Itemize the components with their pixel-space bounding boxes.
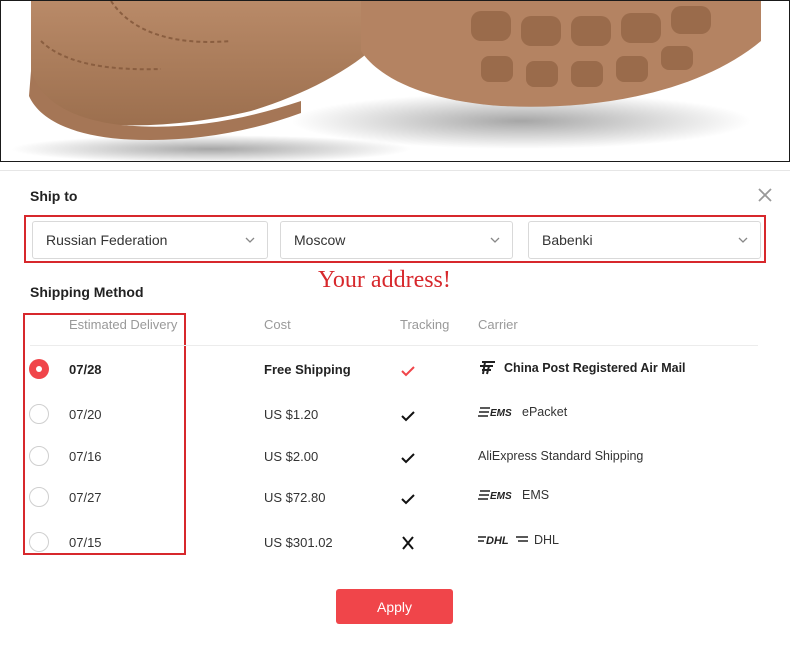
shipping-cost: US $72.80 [264,490,326,505]
ems-logo-icon: EMS [478,407,512,419]
shipping-option-row[interactable]: 07/28 Free Shipping China Post Registere… [0,354,790,384]
check-icon [401,411,415,422]
shipping-option-radio[interactable] [29,404,49,424]
carrier-cell: EMS ePacket [478,405,567,419]
carrier-cell: EMS EMS [478,488,549,502]
village-value: Babenki [542,232,593,248]
carrier-cell: China Post Registered Air Mail [478,360,686,376]
check-icon [401,453,415,464]
apply-button[interactable]: Apply [336,589,453,624]
address-highlight-box: Russian Federation Moscow Babenki [24,215,766,263]
close-icon[interactable] [757,187,773,203]
shipping-cost: US $2.00 [264,449,319,464]
svg-text:DHL: DHL [486,535,509,547]
shipping-option-row[interactable]: 07/16 US $2.00 AliExpress Standard Shipp… [0,441,790,471]
check-icon [401,366,415,377]
svg-text:EMS: EMS [490,408,512,419]
delivery-date: 07/28 [69,362,102,377]
shipping-option-radio[interactable] [29,487,49,507]
boot-photo-icon [11,1,761,161]
carrier-name: AliExpress Standard Shipping [478,449,644,463]
shipping-method-title: Shipping Method [30,284,144,300]
ems-logo-icon: EMS [478,490,512,502]
ship-to-title: Ship to [30,188,78,204]
header-estimated-delivery: Estimated Delivery [69,317,178,332]
address-annotation: Your address! [318,267,451,293]
dhl-logo-icon: DHL [478,535,528,547]
svg-text:EMS: EMS [490,491,512,502]
delivery-highlight-box [23,313,186,555]
carrier-name: China Post Registered Air Mail [504,361,686,375]
delivery-date: 07/20 [69,407,102,422]
carrier-name: EMS [522,488,550,502]
chevron-down-icon [738,237,748,243]
country-value: Russian Federation [46,232,168,248]
shipping-panel: Ship to Russian Federation Moscow Babenk… [0,170,790,654]
chevron-down-icon [245,237,255,243]
header-divider [30,345,758,346]
check-icon [401,494,415,505]
shipping-option-row[interactable]: 07/27 US $72.80 EMS EMS [0,482,790,512]
country-select[interactable]: Russian Federation [32,221,268,259]
carrier-cell: AliExpress Standard Shipping [478,449,643,463]
city-select[interactable]: Moscow [280,221,513,259]
city-value: Moscow [294,232,346,248]
shipping-option-radio[interactable] [29,446,49,466]
village-select[interactable]: Babenki [528,221,761,259]
shipping-cost: US $1.20 [264,407,319,422]
chevron-down-icon [490,237,500,243]
shipping-option-row[interactable]: 07/15 US $301.02 DHL DHL [0,527,790,557]
delivery-date: 07/15 [69,535,102,550]
shipping-option-row[interactable]: 07/20 US $1.20 EMS ePacket [0,399,790,429]
shipping-cost: US $301.02 [264,535,333,550]
delivery-date: 07/27 [69,490,102,505]
header-tracking: Tracking [400,317,450,332]
carrier-name: DHL [534,533,560,547]
delivery-date: 07/16 [69,449,102,464]
shipping-cost: Free Shipping [264,362,351,377]
carrier-cell: DHL DHL [478,533,559,547]
carrier-name: ePacket [522,405,568,419]
cross-icon [402,536,414,550]
product-image [0,0,790,162]
header-carrier: Carrier [478,317,518,332]
shipping-option-radio[interactable] [29,532,49,552]
header-cost: Cost [264,317,291,332]
china-post-logo-icon [480,361,495,375]
shipping-option-radio[interactable] [29,359,49,379]
